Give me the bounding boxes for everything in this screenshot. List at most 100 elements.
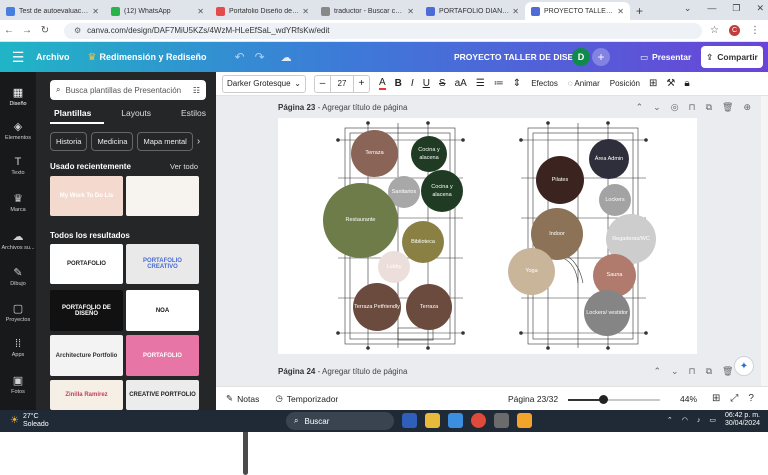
- template-thumbnail[interactable]: PORTAFOLIO: [126, 335, 199, 376]
- template-thumbnail[interactable]: PORTAFOLIO DE DISEÑO: [50, 290, 123, 331]
- template-thumbnail[interactable]: PORTAFOLIO: [50, 244, 123, 284]
- app-icon[interactable]: [517, 413, 532, 428]
- clock[interactable]: 06:42 p. m. 30/04/2024: [725, 412, 760, 429]
- template-thumbnail[interactable]: Architecture Portfolio: [50, 335, 123, 376]
- chevron-down-icon[interactable]: ⌄: [671, 366, 679, 377]
- chip-medicina[interactable]: Medicina: [91, 132, 134, 151]
- menu-icon[interactable]: ☰: [0, 49, 36, 66]
- chevron-up-icon[interactable]: ⌃: [667, 416, 673, 424]
- chevron-down-icon[interactable]: ⌄: [684, 3, 692, 14]
- rail-item[interactable]: ⁞⁞ Apps: [0, 338, 36, 358]
- close-tab-icon[interactable]: ✕: [92, 7, 99, 16]
- bookmark-star-icon[interactable]: ☆: [710, 25, 719, 36]
- rail-item[interactable]: ♛ Marca: [0, 192, 36, 213]
- forward-icon[interactable]: →: [18, 25, 36, 36]
- template-thumbnail[interactable]: [126, 176, 199, 216]
- room-bubble[interactable]: Terraza: [351, 130, 398, 177]
- template-thumbnail[interactable]: NOA: [126, 290, 199, 331]
- template-thumbnail[interactable]: My Work To Do Lis: [50, 176, 123, 216]
- fullscreen-icon[interactable]: ⤢: [730, 393, 738, 404]
- increase-size-button[interactable]: +: [354, 78, 369, 89]
- close-icon[interactable]: ✕: [756, 3, 764, 14]
- slide-page[interactable]: Terraza Cocina y alacena Sanitarios Cocina …: [278, 118, 697, 354]
- volume-icon[interactable]: ♪: [697, 417, 701, 424]
- room-bubble[interactable]: Biblioteca: [402, 221, 444, 263]
- add-page-icon[interactable]: ⊕: [743, 102, 751, 113]
- tab-estilos[interactable]: Estilos: [177, 108, 210, 118]
- add-collaborator-button[interactable]: +: [592, 48, 610, 66]
- taskbar-search-input[interactable]: Buscar: [304, 417, 329, 426]
- close-tab-icon[interactable]: ✕: [617, 7, 624, 16]
- strikethrough-icon[interactable]: S: [439, 78, 446, 89]
- taskbar-search[interactable]: ⌕ Buscar: [286, 412, 394, 430]
- animate-button[interactable]: ◌ Animar: [568, 79, 600, 88]
- spacing-icon[interactable]: ⇕: [513, 78, 521, 89]
- room-bubble[interactable]: Yoga: [508, 248, 555, 295]
- present-button[interactable]: ▭ Presentar: [634, 48, 697, 66]
- see-all-link[interactable]: Ver todo: [170, 162, 198, 171]
- timer-button[interactable]: ◷ Temporizador: [275, 393, 338, 404]
- template-search[interactable]: ⌕ Busca plantillas de Presentación ☷: [50, 80, 206, 100]
- room-bubble[interactable]: Lobby: [378, 251, 410, 283]
- chrome-icon[interactable]: [471, 413, 486, 428]
- rail-item[interactable]: ▢ Proyectos: [0, 302, 36, 323]
- duplicate-icon[interactable]: ⧉: [706, 102, 712, 113]
- minimize-icon[interactable]: —: [707, 3, 716, 14]
- case-icon[interactable]: aA: [455, 78, 467, 89]
- rail-item[interactable]: ◈ Elementos: [0, 120, 36, 141]
- room-bubble[interactable]: Terraza Petfriendly: [353, 283, 401, 331]
- file-explorer-icon[interactable]: [402, 413, 417, 428]
- underline-icon[interactable]: U: [423, 78, 430, 89]
- lock-icon[interactable]: ⊓: [689, 102, 696, 113]
- list-icon[interactable]: ≔: [494, 78, 504, 89]
- browser-tab[interactable]: Test de autoevaluación en✕: [0, 2, 105, 20]
- project-title[interactable]: PROYECTO TALLER DE DISEÑO: [454, 52, 586, 62]
- duplicate-icon[interactable]: ⧉: [706, 366, 712, 377]
- room-bubble[interactable]: Área Admin: [589, 139, 629, 179]
- close-tab-icon[interactable]: ✕: [512, 7, 519, 16]
- rail-item[interactable]: ▦ Diseño: [0, 86, 36, 107]
- close-tab-icon[interactable]: ✕: [302, 7, 309, 16]
- tab-plantillas[interactable]: Plantillas: [50, 108, 95, 118]
- site-info-icon[interactable]: ⚙: [74, 26, 81, 35]
- room-bubble[interactable]: Lockers: [599, 184, 631, 216]
- store-icon[interactable]: [494, 413, 509, 428]
- url-field[interactable]: ⚙ canva.com/design/DAF7MiU5KZs/4WzM-HLeE…: [64, 22, 703, 39]
- resize-button[interactable]: Redimensión y Rediseño: [99, 52, 206, 62]
- next-page-title-input[interactable]: Agregar título de página: [322, 367, 407, 376]
- template-thumbnail[interactable]: CREATIVE PORTFOLIO: [126, 380, 199, 410]
- delete-icon[interactable]: 🗑︎: [722, 366, 733, 377]
- zoom-slider[interactable]: [568, 395, 660, 404]
- font-selector[interactable]: Darker Grotesque ⌄: [222, 74, 306, 93]
- new-tab-button[interactable]: +: [636, 2, 643, 20]
- browser-menu-icon[interactable]: ⋮: [750, 25, 760, 36]
- chevron-up-icon[interactable]: ⌃: [636, 102, 644, 113]
- chevron-up-icon[interactable]: ⌃: [653, 366, 661, 377]
- chip-historia[interactable]: Historia: [50, 132, 88, 151]
- rail-item[interactable]: ✎ Dibujo: [0, 266, 36, 287]
- room-bubble[interactable]: Cocina y alacena: [421, 170, 463, 212]
- chevron-down-icon[interactable]: ⌄: [653, 102, 661, 113]
- magic-assistant-icon[interactable]: ✦: [734, 356, 754, 376]
- position-button[interactable]: Posición: [610, 79, 640, 88]
- zoom-level[interactable]: 44%: [680, 394, 697, 404]
- battery-icon[interactable]: ▭: [709, 416, 716, 424]
- decrease-size-button[interactable]: –: [315, 78, 330, 89]
- italic-icon[interactable]: I: [411, 78, 414, 89]
- wifi-icon[interactable]: ◠: [682, 416, 688, 424]
- room-bubble[interactable]: Pilates: [536, 156, 584, 204]
- room-bubble[interactable]: Restaurante: [323, 183, 398, 258]
- profile-avatar[interactable]: C: [729, 25, 740, 36]
- paint-icon[interactable]: ⚒: [666, 78, 675, 89]
- zoom-slider-handle[interactable]: [598, 395, 608, 404]
- rail-item[interactable]: ▣ Fotos: [0, 374, 36, 395]
- page-title-input[interactable]: Agregar título de página: [322, 103, 407, 112]
- archivo-menu[interactable]: Archivo: [36, 52, 70, 62]
- folder-icon[interactable]: [425, 413, 440, 428]
- notes-button[interactable]: ✎ Notas: [226, 393, 259, 404]
- maximize-icon[interactable]: ❐: [732, 3, 740, 14]
- font-size-input[interactable]: 27: [330, 75, 354, 92]
- template-thumbnail[interactable]: Zinilla Ramírez: [50, 380, 123, 410]
- room-bubble[interactable]: Cocina y alacena: [411, 136, 447, 172]
- browser-tab[interactable]: traductor - Buscar con Go✕: [315, 2, 420, 20]
